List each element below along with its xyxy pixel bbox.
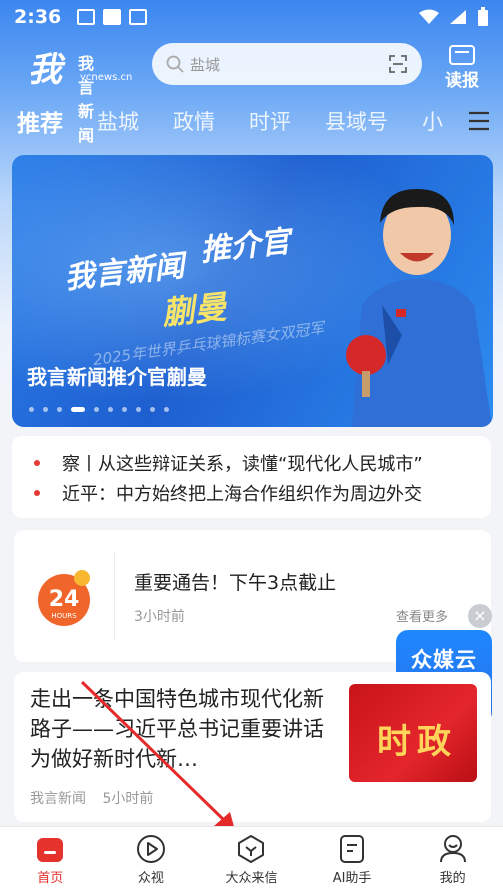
status-bar: 2:36 xyxy=(0,0,503,34)
24-hours-icon: 24 HOURS xyxy=(38,570,90,626)
view-more-link[interactable]: 查看更多 xyxy=(396,606,448,625)
user-icon xyxy=(439,835,466,863)
status-time: 2:36 xyxy=(14,6,62,28)
24-hours-number: 24 xyxy=(49,587,80,612)
nav-ai-assistant[interactable]: AI助手 xyxy=(302,827,403,894)
app-header: 我 我言新闻 ycnews.cn 盐城 读报 xyxy=(0,40,503,145)
nav-profile-label: 我的 xyxy=(439,871,466,886)
carousel-dot-active[interactable] xyxy=(71,407,85,412)
notice-title: 重要通告！下午3点截止 xyxy=(134,572,337,594)
carousel-dot[interactable] xyxy=(136,407,141,412)
tab-recommend[interactable]: 推荐 xyxy=(17,104,63,138)
carousel-banner[interactable]: 我言新闻 推介官 蒯曼 2025年世界乒乓球锦标赛女双冠军 我言新闻推介官蒯曼 xyxy=(12,155,493,427)
newspaper-icon xyxy=(449,45,475,65)
nav-public-letters[interactable]: 大众来信 xyxy=(201,827,302,894)
carousel-dot[interactable] xyxy=(94,407,99,412)
banner-headline-name: 蒯曼 xyxy=(160,287,229,333)
article-meta: 我言新闻 5小时前 xyxy=(30,788,153,808)
banner-headline-role: 推介官 xyxy=(198,224,292,269)
menu-icon[interactable] xyxy=(467,110,491,132)
article-thumbnail: 时政 xyxy=(349,684,477,782)
font-notification-icon xyxy=(129,9,148,25)
search-bar[interactable]: 盐城 xyxy=(152,43,422,85)
search-icon xyxy=(166,55,184,73)
tab-county[interactable]: 县域号 xyxy=(325,106,388,136)
tab-yancheng[interactable]: 盐城 xyxy=(97,106,139,136)
battery-icon xyxy=(478,7,488,26)
tab-more[interactable]: 小 xyxy=(422,106,443,136)
nav-home[interactable]: 首页 xyxy=(0,827,101,894)
bottom-navigation: 首页 众视 大众来信 AI助手 我的 xyxy=(0,826,503,894)
carousel-dot[interactable] xyxy=(164,407,169,412)
nav-video[interactable]: 众视 xyxy=(101,827,202,894)
wifi-icon xyxy=(419,9,439,24)
article-time: 5小时前 xyxy=(102,791,154,807)
tab-commentary[interactable]: 时评 xyxy=(249,106,291,136)
app-notification-icon xyxy=(103,9,122,25)
home-icon xyxy=(37,838,64,862)
bullet-dot xyxy=(34,490,40,496)
news-ticker-text: 察丨从这些辩证关系，读懂“现代化人民城市” xyxy=(62,454,423,475)
notice-divider xyxy=(114,552,115,640)
carousel-dot[interactable] xyxy=(122,407,127,412)
nav-ai-assistant-label: AI助手 xyxy=(332,871,372,886)
nav-profile[interactable]: 我的 xyxy=(402,827,503,894)
24-hours-label: HOURS xyxy=(51,612,77,620)
banner-caption: 我言新闻推介官蒯曼 xyxy=(27,365,207,389)
live-badge-brand: 众媒云 xyxy=(411,648,477,672)
carousel-dot[interactable] xyxy=(43,407,48,412)
search-placeholder: 盐城 xyxy=(190,55,221,74)
carousel-dot[interactable] xyxy=(108,407,113,412)
close-icon[interactable]: × xyxy=(468,604,492,628)
news-ticker-item[interactable]: 察丨从这些辩证关系，读懂“现代化人民城市” xyxy=(34,448,491,478)
read-newspaper-button[interactable]: 读报 xyxy=(440,44,484,91)
player-photo xyxy=(346,189,492,427)
tab-politics[interactable]: 政情 xyxy=(173,106,215,136)
channel-tabs: 推荐 盐城 政情 时评 县域号 小 xyxy=(0,100,503,142)
read-newspaper-label: 读报 xyxy=(445,71,479,91)
app-logo[interactable]: 我 我言新闻 ycnews.cn xyxy=(28,42,132,145)
document-icon xyxy=(340,835,365,863)
article-card[interactable]: 走出一条中国特色城市现代化新路子——习近平总书记重要讲话为做好新时代新… 我言新… xyxy=(14,672,491,822)
carousel-dot[interactable] xyxy=(57,407,62,412)
letter-hexagon-icon xyxy=(238,835,265,863)
gallery-notification-icon xyxy=(77,9,96,25)
logo-glyph: 我 xyxy=(28,50,62,90)
carousel-dot[interactable] xyxy=(150,407,155,412)
nav-public-letters-label: 大众来信 xyxy=(225,871,278,886)
carousel-dot[interactable] xyxy=(29,407,34,412)
carousel-indicator xyxy=(29,407,169,412)
news-ticker-text: 近平：中方始终把上海合作组织作为周边外交 xyxy=(62,484,422,505)
news-ticker-item[interactable]: 近平：中方始终把上海合作组织作为周边外交 xyxy=(34,478,491,508)
scan-icon[interactable] xyxy=(388,54,408,74)
logo-domain: ycnews.cn xyxy=(80,72,133,83)
bullet-dot xyxy=(34,460,40,466)
article-thumb-text: 时政 xyxy=(377,722,457,762)
article-title: 走出一条中国特色城市现代化新路子——习近平总书记重要讲话为做好新时代新… xyxy=(30,687,324,771)
signal-icon xyxy=(450,10,466,24)
nav-video-label: 众视 xyxy=(137,871,164,886)
article-source: 我言新闻 xyxy=(30,791,86,807)
play-icon xyxy=(136,835,165,863)
nav-home-label: 首页 xyxy=(37,871,64,886)
news-ticker: 察丨从这些辩证关系，读懂“现代化人民城市” 近平：中方始终把上海合作组织作为周边… xyxy=(12,436,491,518)
notice-time: 3小时前 xyxy=(134,609,185,625)
